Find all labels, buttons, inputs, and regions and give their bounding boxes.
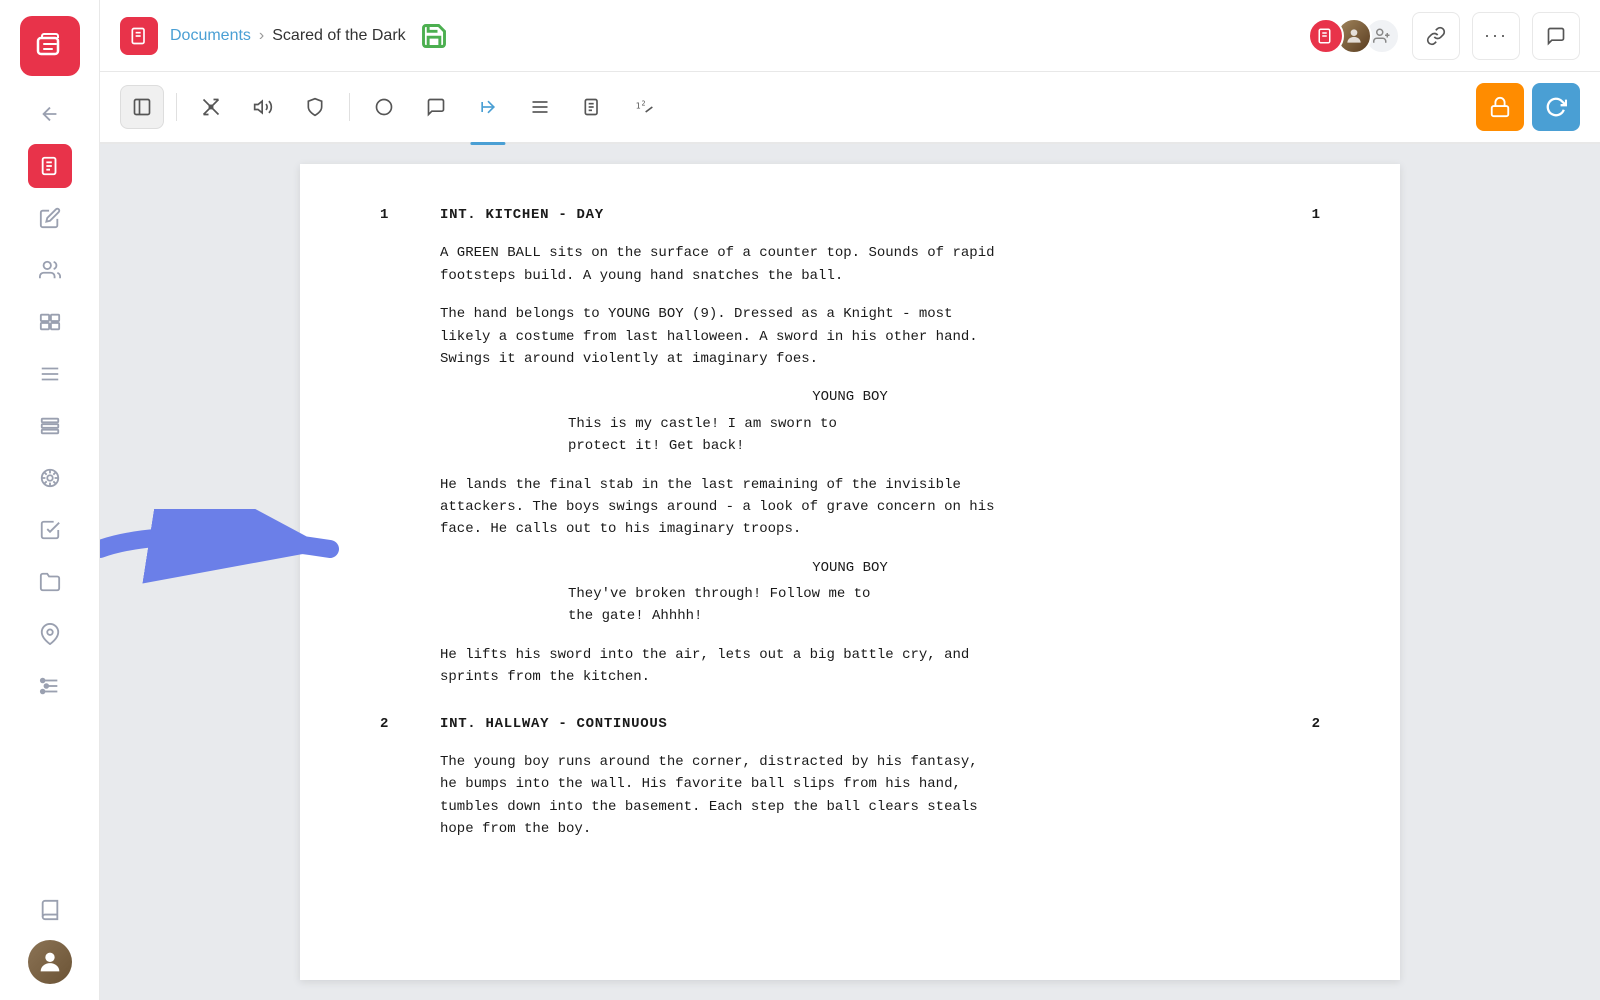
scene-1-heading: INT. KITCHEN - DAY bbox=[440, 207, 604, 223]
toolbar-doc-button[interactable] bbox=[570, 85, 614, 129]
sidebar-item-outline[interactable] bbox=[28, 352, 72, 396]
toolbar-loop-button[interactable] bbox=[362, 85, 406, 129]
breadcrumb-documents-link[interactable]: Documents bbox=[170, 27, 251, 45]
avatar-user1 bbox=[1308, 18, 1344, 54]
sidebar-item-edit[interactable] bbox=[28, 196, 72, 240]
scene-1-char-2: YOUNG BOY bbox=[380, 557, 1320, 579]
scene-1-char-1: YOUNG BOY bbox=[380, 386, 1320, 408]
toolbar-comment-bubble-button[interactable] bbox=[414, 85, 458, 129]
sidebar-item-tasks[interactable] bbox=[28, 508, 72, 552]
annotation-arrow bbox=[100, 509, 370, 589]
sidebar-item-wheel[interactable] bbox=[28, 456, 72, 500]
breadcrumb-current-doc: Scared of the Dark bbox=[272, 27, 405, 45]
breadcrumb: Documents › Scared of the Dark bbox=[170, 27, 406, 45]
user-avatar[interactable] bbox=[28, 940, 72, 984]
main-container: Documents › Scared of the Dark bbox=[100, 0, 1600, 1000]
document-area: 1 1 INT. KITCHEN - DAY A GREEN BALL sits… bbox=[100, 144, 1600, 1000]
script-page: 1 1 INT. KITCHEN - DAY A GREEN BALL sits… bbox=[300, 164, 1400, 980]
toolbar-align-button[interactable] bbox=[518, 85, 562, 129]
header-more-button[interactable]: ··· bbox=[1472, 12, 1520, 60]
toolbar-sep1 bbox=[176, 93, 177, 121]
scene-1-header: 1 1 INT. KITCHEN - DAY bbox=[380, 204, 1320, 226]
scene-1-action-3: He lands the final stab in the last rema… bbox=[440, 474, 1260, 541]
collaborators-avatars bbox=[1308, 18, 1400, 54]
scene-2: 2 2 INT. HALLWAY - CONTINUOUS The young … bbox=[380, 713, 1320, 841]
header-right-controls: ··· bbox=[1308, 12, 1580, 60]
sidebar-item-book[interactable] bbox=[28, 888, 72, 932]
scene-2-number-left: 2 bbox=[380, 713, 388, 735]
scene-1-action-2: The hand belongs to YOUNG BOY (9). Dress… bbox=[440, 303, 1260, 370]
scene-2-header: 2 2 INT. HALLWAY - CONTINUOUS bbox=[380, 713, 1320, 735]
svg-text:2: 2 bbox=[642, 99, 646, 107]
sidebar-item-cards[interactable] bbox=[28, 300, 72, 344]
toolbar-megaphone-button[interactable] bbox=[241, 85, 285, 129]
scene-1-dialogue-2: They've broken through! Follow me to the… bbox=[568, 583, 1132, 628]
sidebar-item-users[interactable] bbox=[28, 248, 72, 292]
sidebar-item-location[interactable] bbox=[28, 612, 72, 656]
toolbar-panel-button[interactable] bbox=[120, 85, 164, 129]
sidebar-item-script[interactable] bbox=[28, 144, 72, 188]
scene-1-dialogue-1: This is my castle! I am sworn to protect… bbox=[568, 413, 1132, 458]
save-button[interactable] bbox=[418, 20, 450, 52]
scene-2-heading: INT. HALLWAY - CONTINUOUS bbox=[440, 716, 668, 732]
sidebar-item-folder[interactable] bbox=[28, 560, 72, 604]
toolbar-refresh-button[interactable] bbox=[1532, 83, 1580, 131]
toolbar: 12 bbox=[100, 72, 1600, 144]
header: Documents › Scared of the Dark bbox=[100, 0, 1600, 72]
app-logo[interactable] bbox=[20, 16, 80, 76]
scene-2-action-1: The young boy runs around the corner, di… bbox=[440, 751, 1260, 841]
scene-2-number-right: 2 bbox=[1312, 713, 1320, 735]
sidebar bbox=[0, 0, 100, 1000]
toolbar-mask-button[interactable] bbox=[293, 85, 337, 129]
scene-1-number-left: 1 bbox=[380, 204, 388, 226]
breadcrumb-separator: › bbox=[259, 27, 264, 45]
toolbar-scene-button[interactable] bbox=[189, 85, 233, 129]
sidebar-item-list[interactable] bbox=[28, 404, 72, 448]
scene-1-action-1: A GREEN BALL sits on the surface of a co… bbox=[440, 242, 1260, 287]
scene-1: 1 1 INT. KITCHEN - DAY A GREEN BALL sits… bbox=[380, 204, 1320, 689]
header-link-button[interactable] bbox=[1412, 12, 1460, 60]
svg-text:1: 1 bbox=[636, 101, 641, 111]
toolbar-arrows-button[interactable] bbox=[466, 85, 510, 129]
toolbar-sep2 bbox=[349, 93, 350, 121]
toolbar-lock-button[interactable] bbox=[1476, 83, 1524, 131]
header-app-icon bbox=[120, 17, 158, 55]
scene-1-action-4: He lifts his sword into the air, lets ou… bbox=[440, 644, 1260, 689]
sidebar-item-back[interactable] bbox=[28, 92, 72, 136]
scene-1-number-right: 1 bbox=[1312, 204, 1320, 226]
sidebar-item-settings[interactable] bbox=[28, 664, 72, 708]
header-comment-button[interactable] bbox=[1532, 12, 1580, 60]
toolbar-numbering-button[interactable]: 12 bbox=[622, 85, 666, 129]
